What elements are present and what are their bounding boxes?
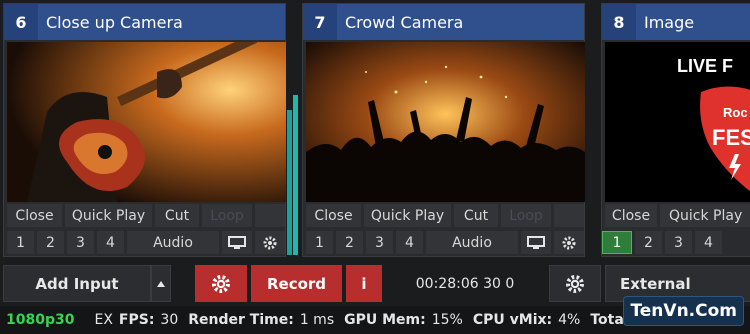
audio-button[interactable]: Audio xyxy=(127,231,219,254)
watermark-logo: TenVn.Com xyxy=(623,296,744,326)
guitar-image xyxy=(7,42,286,202)
gpu-mem-value: 15% xyxy=(431,312,463,328)
external-label: External xyxy=(620,274,691,293)
input-title: Crowd Camera xyxy=(345,12,464,32)
close-button[interactable]: Close xyxy=(7,204,62,227)
timecode-text: 00:28:06 30 0 xyxy=(415,275,515,292)
caret-up-icon xyxy=(157,280,165,287)
overlay-4-button[interactable]: 4 xyxy=(396,231,423,254)
input-title: Close up Camera xyxy=(46,12,183,32)
gear-icon[interactable] xyxy=(554,231,584,254)
fps-value: 30 xyxy=(160,312,179,328)
overlay-1-button[interactable]: 1 xyxy=(7,231,34,254)
timecode-display: 00:28:06 30 0 xyxy=(400,265,530,302)
quick-play-button[interactable]: Quick Play xyxy=(660,204,750,227)
overlay-3-button[interactable]: 3 xyxy=(665,231,692,254)
add-input-dropdown-button[interactable] xyxy=(151,265,171,302)
input-title-bar[interactable]: 6 Close up Camera xyxy=(4,4,285,40)
input-title-bar[interactable]: 8 Image xyxy=(602,4,750,40)
quick-play-button[interactable]: Quick Play xyxy=(364,204,451,227)
overlay-1-button[interactable]: 1 xyxy=(602,231,632,254)
render-time-label: Render Time: xyxy=(188,312,294,328)
cut-button[interactable]: Cut xyxy=(454,204,498,227)
video-format-label[interactable]: 1080p30 xyxy=(6,312,74,328)
fps-label: FPS: xyxy=(118,312,155,328)
record-settings-button[interactable] xyxy=(195,265,247,302)
input-panel-7[interactable]: 7 Crowd Camera Close Quick Play Cut Loop… xyxy=(302,3,585,257)
overlay-2-button[interactable]: 2 xyxy=(635,231,662,254)
ex-label: EX xyxy=(94,312,113,328)
input-title-bar[interactable]: 7 Crowd Camera xyxy=(303,4,584,40)
input-number: 7 xyxy=(303,4,337,40)
gear-icon xyxy=(566,274,584,293)
gear-icon[interactable] xyxy=(255,231,285,254)
loop-button[interactable]: Loop xyxy=(501,204,551,227)
monitor-icon[interactable] xyxy=(521,231,551,254)
input-title: Image xyxy=(644,12,695,32)
input-panel-6[interactable]: 6 Close up Camera Close Quick Play Cut L… xyxy=(3,3,286,257)
overlay-4-button[interactable]: 4 xyxy=(97,231,124,254)
input-panel-8[interactable]: 8 Image LIVE F Roc FES Close Quick Play … xyxy=(601,3,750,257)
cut-button[interactable]: Cut xyxy=(155,204,199,227)
watermark-text: TenVn.Com xyxy=(630,301,737,321)
crowd-image xyxy=(306,42,585,202)
blank-button[interactable] xyxy=(554,204,584,227)
input-number: 6 xyxy=(4,4,38,40)
blank-button[interactable] xyxy=(255,204,285,227)
info-icon: i xyxy=(361,274,367,293)
overlay-3-button[interactable]: 3 xyxy=(366,231,393,254)
loop-button[interactable]: Loop xyxy=(202,204,252,227)
overlay-3-button[interactable]: 3 xyxy=(67,231,94,254)
render-time-value: 1 ms xyxy=(299,312,335,328)
input-preview-image[interactable]: LIVE F Roc FES xyxy=(605,42,750,202)
poster-badge-line2: FES xyxy=(712,125,750,150)
input-number: 8 xyxy=(602,4,636,40)
cpu-vmix-value: 4% xyxy=(558,312,581,328)
input-preview-crowd[interactable] xyxy=(306,42,585,202)
quick-play-button[interactable]: Quick Play xyxy=(65,204,152,227)
close-button[interactable]: Close xyxy=(306,204,361,227)
poster-headline: LIVE F xyxy=(677,56,733,76)
overlay-1-button[interactable]: 1 xyxy=(306,231,333,254)
record-info-button[interactable]: i xyxy=(346,265,382,302)
overlay-2-button[interactable]: 2 xyxy=(37,231,64,254)
audio-level-meter-left xyxy=(287,110,292,255)
poster-badge-line1: Roc xyxy=(723,105,748,120)
add-input-label: Add Input xyxy=(35,274,119,293)
input-preview-guitar[interactable] xyxy=(7,42,286,202)
overlay-2-button[interactable]: 2 xyxy=(336,231,363,254)
external-settings-button[interactable] xyxy=(549,265,601,302)
gear-icon xyxy=(212,274,230,293)
record-label: Record xyxy=(266,274,327,293)
gpu-mem-label: GPU Mem: xyxy=(344,312,426,328)
overlay-4-button[interactable]: 4 xyxy=(695,231,722,254)
close-button[interactable]: Close xyxy=(605,204,657,227)
cpu-vmix-label: CPU vMix: xyxy=(472,312,553,328)
festival-poster-image: LIVE F Roc FES xyxy=(605,42,750,202)
audio-level-meter-right xyxy=(293,95,298,255)
add-input-button[interactable]: Add Input xyxy=(3,265,151,302)
audio-button[interactable]: Audio xyxy=(426,231,518,254)
record-button[interactable]: Record xyxy=(251,265,342,302)
monitor-icon[interactable] xyxy=(222,231,252,254)
